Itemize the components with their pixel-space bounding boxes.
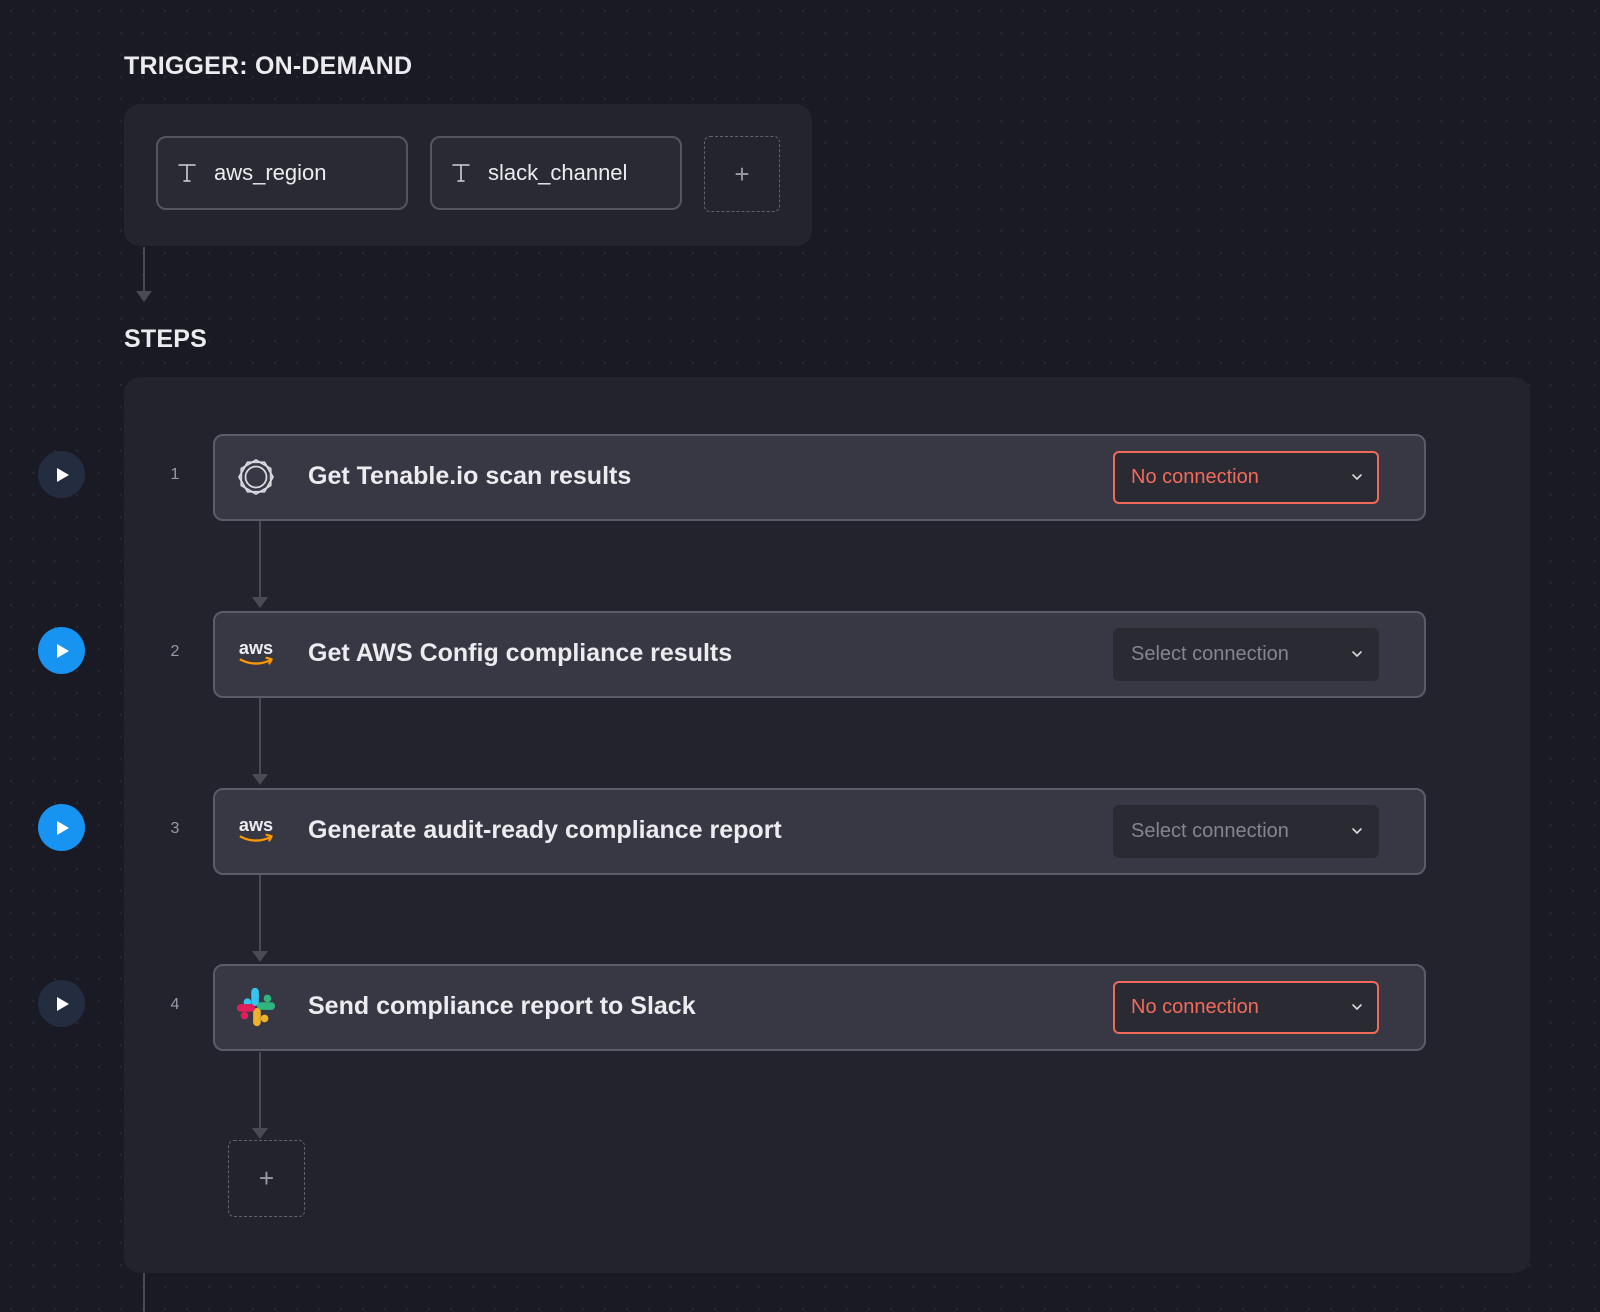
add-step-button[interactable]: + [228, 1140, 305, 1217]
svg-text:aws: aws [239, 638, 273, 658]
step-card-1[interactable]: Get Tenable.io scan results No connectio… [213, 434, 1426, 521]
step-number: 1 [170, 466, 180, 483]
step-number: 3 [170, 820, 180, 837]
connector-arrow [136, 291, 152, 302]
step-card-3[interactable]: aws Generate audit-ready compliance repo… [213, 788, 1426, 875]
aws-icon: aws [235, 633, 277, 675]
chevron-down-icon [1352, 828, 1362, 834]
aws-icon: aws [235, 810, 277, 852]
connector-arrow [252, 951, 268, 962]
play-icon [57, 467, 69, 482]
run-step-1-button[interactable] [38, 451, 85, 498]
run-step-3-button[interactable] [38, 804, 85, 851]
connection-value: Select connection [1131, 820, 1289, 842]
connection-select[interactable]: No connection [1113, 451, 1379, 504]
connection-value: No connection [1131, 466, 1259, 488]
add-parameter-button[interactable]: + [704, 136, 780, 212]
chevron-down-icon [1352, 1004, 1362, 1010]
slack-icon [235, 986, 277, 1028]
connection-value: Select connection [1131, 643, 1289, 665]
connector-line [143, 247, 145, 291]
step-title: Generate audit-ready compliance report [308, 816, 782, 844]
step-card-4[interactable]: Send compliance report to Slack No conne… [213, 964, 1426, 1051]
play-icon [57, 643, 69, 658]
step-title: Get Tenable.io scan results [308, 462, 632, 490]
svg-text:aws: aws [239, 815, 273, 835]
connection-value: No connection [1131, 996, 1259, 1018]
step-number: 4 [170, 996, 180, 1013]
connector-arrow [252, 597, 268, 608]
text-type-icon [452, 164, 470, 182]
run-step-2-button[interactable] [38, 627, 85, 674]
step-title: Send compliance report to Slack [308, 992, 696, 1020]
chevron-down-icon [1352, 474, 1362, 480]
text-type-icon [178, 164, 196, 182]
trigger-panel: aws_region slack_channel + [124, 104, 812, 246]
connection-select[interactable]: No connection [1113, 981, 1379, 1034]
connector-line [259, 1052, 261, 1128]
play-icon [57, 996, 69, 1011]
play-icon [57, 820, 69, 835]
connector-arrow [252, 774, 268, 785]
tenable-icon [235, 456, 277, 498]
connector-line [259, 521, 261, 597]
param-chip-slack-channel[interactable]: slack_channel [430, 136, 682, 210]
param-label: slack_channel [488, 160, 628, 185]
connector-line [259, 698, 261, 774]
step-title: Get AWS Config compliance results [308, 639, 733, 667]
connection-select[interactable]: Select connection [1113, 628, 1379, 681]
step-number: 2 [170, 643, 180, 660]
steps-title: STEPS [124, 325, 207, 353]
chevron-down-icon [1352, 651, 1362, 657]
param-label: aws_region [214, 160, 327, 185]
connector-line [143, 1273, 145, 1312]
connector-line [259, 875, 261, 951]
run-step-4-button[interactable] [38, 980, 85, 1027]
step-card-2[interactable]: aws Get AWS Config compliance results Se… [213, 611, 1426, 698]
connection-select[interactable]: Select connection [1113, 805, 1379, 858]
param-chip-aws-region[interactable]: aws_region [156, 136, 408, 210]
trigger-title: TRIGGER: ON-DEMAND [124, 52, 413, 80]
connector-arrow [252, 1128, 268, 1139]
